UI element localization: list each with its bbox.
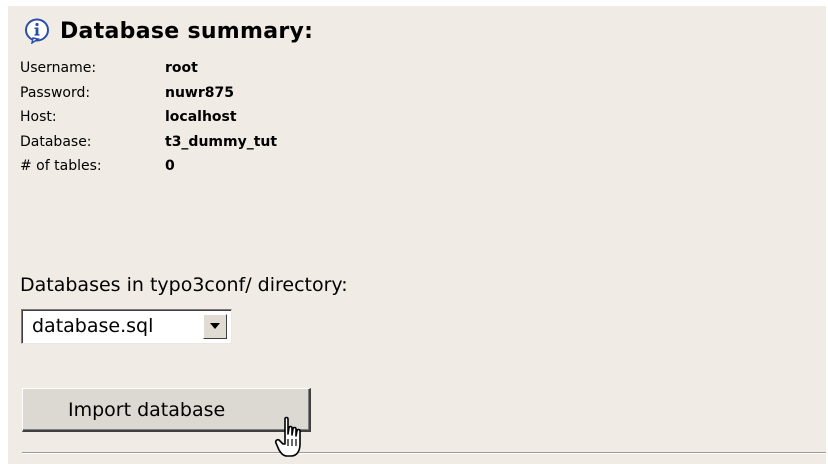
- summary-header: Database summary:: [24, 18, 313, 44]
- chevron-down-icon: [210, 323, 220, 329]
- selected-database-file: database.sql: [32, 315, 154, 337]
- password-label: Password:: [20, 84, 91, 101]
- database-directory-label: Databases in typo3conf/ directory:: [20, 274, 348, 296]
- username-label: Username:: [20, 60, 97, 76]
- summary-list: Username: root Password: nuwr875 Host: l…: [20, 56, 277, 179]
- summary-heading: Database summary:: [60, 18, 314, 44]
- import-database-button[interactable]: Import database: [22, 388, 311, 432]
- info-icon: [24, 18, 50, 44]
- database-label: Database:: [20, 133, 92, 150]
- summary-row-host: Host: localhost: [20, 105, 277, 130]
- summary-row-tables: # of tables: 0: [20, 154, 277, 179]
- tables-count-value: 0: [165, 158, 175, 174]
- database-file-select[interactable]: database.sql: [21, 309, 232, 344]
- username-value: root: [165, 60, 198, 76]
- summary-row-username: Username: root: [20, 56, 277, 81]
- password-value: nuwr875: [165, 84, 234, 101]
- summary-row-database: Database: t3_dummy_tut: [20, 130, 277, 155]
- dropdown-arrow-button[interactable]: [203, 314, 227, 339]
- section-divider: [22, 452, 826, 454]
- host-value: localhost: [165, 109, 237, 125]
- host-label: Host:: [20, 109, 57, 125]
- tables-count-label: # of tables:: [20, 158, 102, 174]
- database-value: t3_dummy_tut: [165, 133, 278, 150]
- summary-row-password: Password: nuwr875: [20, 81, 277, 106]
